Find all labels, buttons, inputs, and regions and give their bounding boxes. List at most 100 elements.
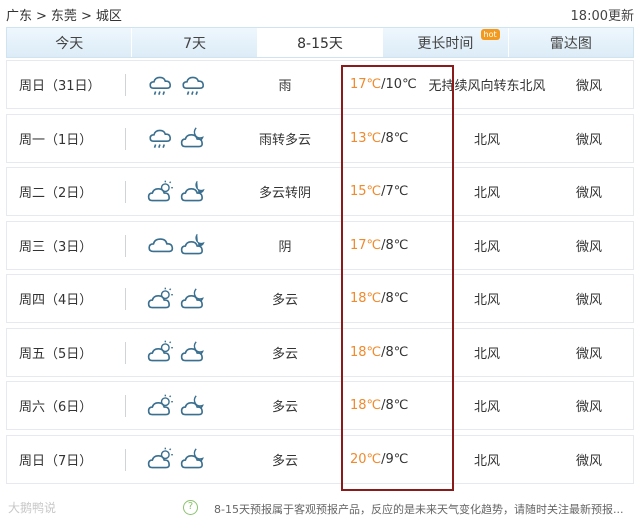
temperature: 18℃/8℃ <box>350 382 408 429</box>
temp-low: /8℃ <box>381 291 409 306</box>
tab-label: 雷达图 <box>549 35 592 52</box>
temperature: 13℃/8℃ <box>350 115 408 162</box>
tab-longer[interactable]: 更长时间 hot <box>383 28 509 57</box>
breadcrumb-sep: > <box>36 9 47 24</box>
temperature: 20℃/9℃ <box>350 436 408 483</box>
divider <box>125 341 126 364</box>
weather-desc: 多云 <box>271 293 298 308</box>
wind-level: 微风 <box>575 453 602 469</box>
partly-cloudy-icon <box>147 329 175 376</box>
footer: 大鹅鸭说 ? 8-15天预报属于客观预报产品，反应的是未来天气变化趋势，请随时关… <box>0 497 640 522</box>
tab-label: 7天 <box>183 35 207 52</box>
temperature: 17℃/10℃ <box>350 61 417 108</box>
forecast-day: 周日（31日） <box>19 79 101 94</box>
temperature: 15℃/7℃ <box>350 168 408 215</box>
wind-direction: 北风 <box>473 132 500 148</box>
rain-cloud-icon <box>147 115 175 162</box>
forecast-day: 周二（2日） <box>19 186 93 201</box>
temp-high: 15℃ <box>350 184 382 199</box>
partly-cloudy-icon <box>147 275 175 322</box>
breadcrumb-sep: > <box>80 9 92 24</box>
forecast-row: 周日（7日） 多云 20℃/9℃ 北风 微风 <box>6 434 634 484</box>
partly-cloudy-night-icon <box>180 382 208 429</box>
temp-high: 18℃ <box>350 291 382 306</box>
tab-label: 更长时间 <box>417 35 474 52</box>
divider <box>125 74 126 96</box>
hot-badge: hot <box>480 29 500 40</box>
wind-level: 微风 <box>575 346 602 362</box>
breadcrumb: 广东 > 东莞 > 城区 <box>6 5 126 24</box>
tab-label: 8-15天 <box>297 35 343 52</box>
wind-direction: 北风 <box>473 293 500 308</box>
weather-desc: 阴 <box>278 239 292 255</box>
forecast-note: 8-15天预报属于客观预报产品，反应的是未来天气变化趋势，请随时关注最新预报..… <box>214 503 624 516</box>
breadcrumb-province[interactable]: 广东 <box>6 9 32 24</box>
temp-low: /10℃ <box>381 77 417 92</box>
temp-low: /8℃ <box>381 344 409 360</box>
divider <box>125 127 126 150</box>
rain-cloud-icon <box>180 61 208 108</box>
temperature: 18℃/8℃ <box>350 329 408 376</box>
divider <box>125 448 126 471</box>
cloud-moon-icon <box>180 168 208 215</box>
weather-desc: 多云转阴 <box>258 186 311 201</box>
tab-radar[interactable]: 雷达图 <box>508 28 634 57</box>
forecast-day: 周六（6日） <box>19 400 93 415</box>
wind-level: 微风 <box>575 132 602 148</box>
wind-direction: 北风 <box>473 239 500 255</box>
forecast-row: 周三（3日） 阴 17℃/8℃ 北风 微风 <box>6 220 634 270</box>
temp-low: /7℃ <box>381 184 409 199</box>
tab-7day[interactable]: 7天 <box>132 28 258 57</box>
temp-high: 17℃ <box>350 237 382 253</box>
forecast-row: 周二（2日） 多云转阴 15℃/7℃ 北风 微风 <box>6 167 634 216</box>
breadcrumb-district[interactable]: 城区 <box>96 9 122 24</box>
partly-cloudy-icon <box>147 382 175 429</box>
cloud-moon-icon <box>180 222 208 269</box>
temp-low: /9℃ <box>381 451 409 467</box>
wind-level: 微风 <box>575 293 602 308</box>
forecast-list: 周日（31日） 雨 17℃/10℃ 无持续风向转东北风 微风 周一（1日） 雨转… <box>6 60 634 488</box>
wind-level: 微风 <box>575 400 602 415</box>
partly-cloudy-icon <box>147 436 175 483</box>
help-icon[interactable]: ? <box>183 500 198 515</box>
tab-label: 今天 <box>55 35 84 52</box>
temp-low: /8℃ <box>381 398 409 413</box>
wind-direction: 北风 <box>473 400 500 415</box>
forecast-day: 周一（1日） <box>19 132 93 148</box>
tab-8-15day[interactable]: 8-15天 <box>257 28 384 57</box>
temp-low: /8℃ <box>381 130 409 146</box>
temp-low: /8℃ <box>381 237 409 253</box>
temp-high: 17℃ <box>350 77 382 92</box>
wind-direction: 北风 <box>473 346 500 362</box>
wind-direction: 北风 <box>473 186 500 201</box>
forecast-row: 周四（4日） 多云 18℃/8℃ 北风 微风 <box>6 274 634 323</box>
forecast-row: 周日（31日） 雨 17℃/10℃ 无持续风向转东北风 微风 <box>6 60 634 109</box>
temperature: 18℃/8℃ <box>350 275 408 322</box>
partly-cloudy-night-icon <box>180 115 208 162</box>
forecast-day: 周日（7日） <box>19 453 93 469</box>
wind-level: 微风 <box>575 79 602 94</box>
weather-desc: 雨 <box>278 79 292 94</box>
weather-desc: 多云 <box>271 453 298 469</box>
rain-cloud-icon <box>147 61 175 108</box>
wind-level: 微风 <box>575 186 602 201</box>
divider <box>125 288 126 310</box>
forecast-day: 周四（4日） <box>19 293 93 308</box>
temp-high: 18℃ <box>350 344 382 360</box>
watermark: 大鹅鸭说 <box>8 501 57 515</box>
wind-direction: 无持续风向转东北风 <box>428 79 546 94</box>
forecast-tabs: 今天 7天 8-15天 更长时间 hot 雷达图 <box>6 27 634 58</box>
tab-today[interactable]: 今天 <box>7 28 133 57</box>
breadcrumb-city[interactable]: 东莞 <box>51 9 77 24</box>
temperature: 17℃/8℃ <box>350 222 408 269</box>
partly-cloudy-night-icon <box>180 329 208 376</box>
partly-cloudy-night-icon <box>180 436 208 483</box>
temp-high: 13℃ <box>350 130 382 146</box>
forecast-day: 周五（5日） <box>19 346 93 362</box>
partly-cloudy-night-icon <box>180 275 208 322</box>
forecast-day: 周三（3日） <box>19 239 93 255</box>
divider <box>125 395 126 417</box>
cloud-icon <box>147 222 175 269</box>
temp-high: 18℃ <box>350 398 382 413</box>
weather-desc: 多云 <box>271 400 298 415</box>
